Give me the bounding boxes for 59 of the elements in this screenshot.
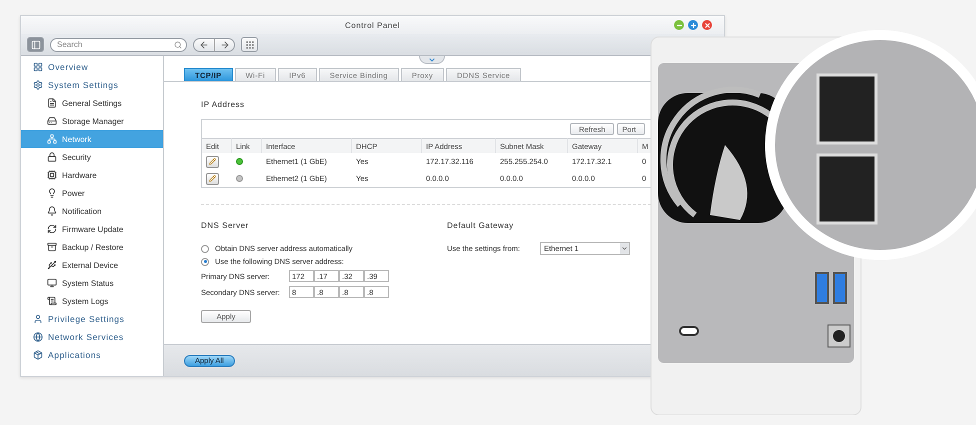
sidebar-item[interactable]: Notification xyxy=(21,202,163,220)
bell-icon xyxy=(47,206,57,216)
edit-button[interactable] xyxy=(206,172,219,184)
user-icon xyxy=(33,314,43,324)
lightbulb-icon xyxy=(47,188,57,198)
collapse-tab[interactable] xyxy=(419,56,445,64)
search-icon xyxy=(174,40,182,48)
sidebar-item[interactable]: System Settings xyxy=(21,76,163,94)
sidebar-item[interactable]: Security xyxy=(21,148,163,166)
sidebar-item[interactable]: Storage Manager xyxy=(21,112,163,130)
refresh-icon xyxy=(47,224,57,234)
radio-button[interactable] xyxy=(201,258,209,266)
sidebar-item[interactable]: Backup / Restore xyxy=(21,238,163,256)
sidebar-item[interactable]: Hardware xyxy=(21,166,163,184)
arrow-left-icon xyxy=(199,40,209,50)
package-icon xyxy=(33,350,43,360)
section-title: Default Gateway xyxy=(447,221,515,230)
section-title: IP Address xyxy=(201,100,246,109)
sidebar-toggle-button[interactable] xyxy=(27,37,44,52)
globe-icon xyxy=(33,332,43,342)
caret-icon xyxy=(620,245,628,252)
search-field[interactable]: Search xyxy=(50,38,187,52)
sidebar-item[interactable]: External Device xyxy=(21,256,163,274)
close-icon xyxy=(704,22,710,28)
network-icon xyxy=(47,134,57,144)
chip-icon xyxy=(47,170,57,180)
drive-icon xyxy=(47,116,57,126)
document-icon xyxy=(47,98,57,108)
sidebar-item[interactable]: Power xyxy=(21,184,163,202)
chevron-icon xyxy=(428,56,436,64)
sidebar-item[interactable]: General Settings xyxy=(21,94,163,112)
monitor-icon xyxy=(47,278,57,288)
gear-icon xyxy=(33,80,43,90)
radio-button[interactable] xyxy=(201,244,209,252)
close-button[interactable] xyxy=(702,20,712,30)
dots-grid-icon xyxy=(244,40,254,50)
sidebar-item[interactable]: System Status xyxy=(21,274,163,292)
plus-icon xyxy=(690,22,696,28)
edit-button[interactable] xyxy=(206,156,219,168)
panel-icon xyxy=(30,40,40,50)
grid-icon xyxy=(33,62,43,72)
archive-icon xyxy=(47,242,57,252)
window-title: Control Panel xyxy=(345,20,400,30)
minimize-button[interactable] xyxy=(674,20,684,30)
sidebar-item[interactable]: Network Services xyxy=(21,328,163,346)
pencil-icon xyxy=(209,175,216,182)
sidebar-item[interactable]: Firmware Update xyxy=(21,220,163,238)
usb-icon xyxy=(47,260,57,270)
lock-icon xyxy=(47,152,57,162)
pencil-icon xyxy=(209,158,216,165)
sidebar-item[interactable]: System Logs xyxy=(21,292,163,310)
arrow-right-icon xyxy=(220,40,230,50)
log-icon xyxy=(47,296,57,306)
sidebar-item[interactable]: Privilege Settings xyxy=(21,310,163,328)
maximize-button[interactable] xyxy=(688,20,698,30)
apps-grid-button[interactable] xyxy=(241,37,258,52)
sidebar-item[interactable]: Overview xyxy=(21,58,163,76)
sidebar-item[interactable]: Applications xyxy=(21,346,163,364)
section-title: DNS Server xyxy=(201,221,250,230)
